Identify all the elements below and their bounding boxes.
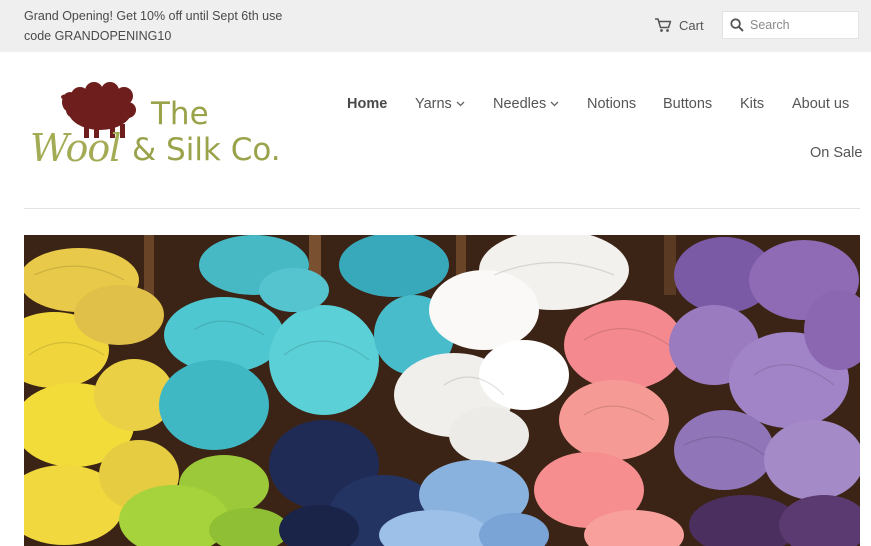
hero-yarn-image[interactable]: [24, 235, 860, 546]
search-icon[interactable]: [723, 18, 750, 32]
search-box[interactable]: [722, 11, 859, 39]
nav-buttons-label: Buttons: [663, 96, 713, 112]
logo-word-the: The: [151, 96, 209, 132]
announcement-text: Grand Opening! Get 10% off until Sept 6t…: [24, 6, 324, 46]
store-logo[interactable]: The Wool & Silk Co.: [28, 80, 298, 180]
chevron-down-icon: [550, 101, 559, 107]
nav-kits[interactable]: Kits: [740, 96, 764, 112]
header-divider: [24, 208, 860, 209]
chevron-down-icon: [456, 101, 465, 107]
logo-word-wool: Wool: [30, 126, 121, 170]
nav-yarns-label: Yarns: [415, 96, 452, 112]
nav-home[interactable]: Home: [347, 96, 387, 112]
cart-label: Cart: [679, 17, 704, 33]
nav-yarns[interactable]: Yarns: [415, 96, 465, 112]
nav-needles[interactable]: Needles: [493, 96, 559, 112]
nav-about[interactable]: About us: [792, 96, 849, 112]
nav-buttons[interactable]: Buttons: [663, 96, 712, 112]
announcement-bar: Grand Opening! Get 10% off until Sept 6t…: [0, 0, 871, 52]
announcement-line-1: Grand Opening! Get 10% off until Sept 6t…: [24, 9, 283, 23]
cart-link[interactable]: Cart: [654, 15, 704, 35]
logo-word-silk: & Silk Co.: [132, 132, 281, 168]
cart-icon: [654, 17, 672, 33]
nav-on-sale[interactable]: On Sale: [810, 145, 862, 161]
search-input[interactable]: [750, 18, 850, 32]
nav-on-sale-label: On Sale: [810, 145, 863, 161]
announcement-line-2: code GRANDOPENING10: [24, 29, 172, 43]
nav-needles-label: Needles: [493, 96, 547, 112]
nav-notions-label: Notions: [587, 96, 637, 112]
nav-notions[interactable]: Notions: [587, 96, 636, 112]
nav-about-label: About us: [792, 96, 850, 112]
nav-home-label: Home: [347, 96, 388, 112]
nav-kits-label: Kits: [740, 96, 765, 112]
